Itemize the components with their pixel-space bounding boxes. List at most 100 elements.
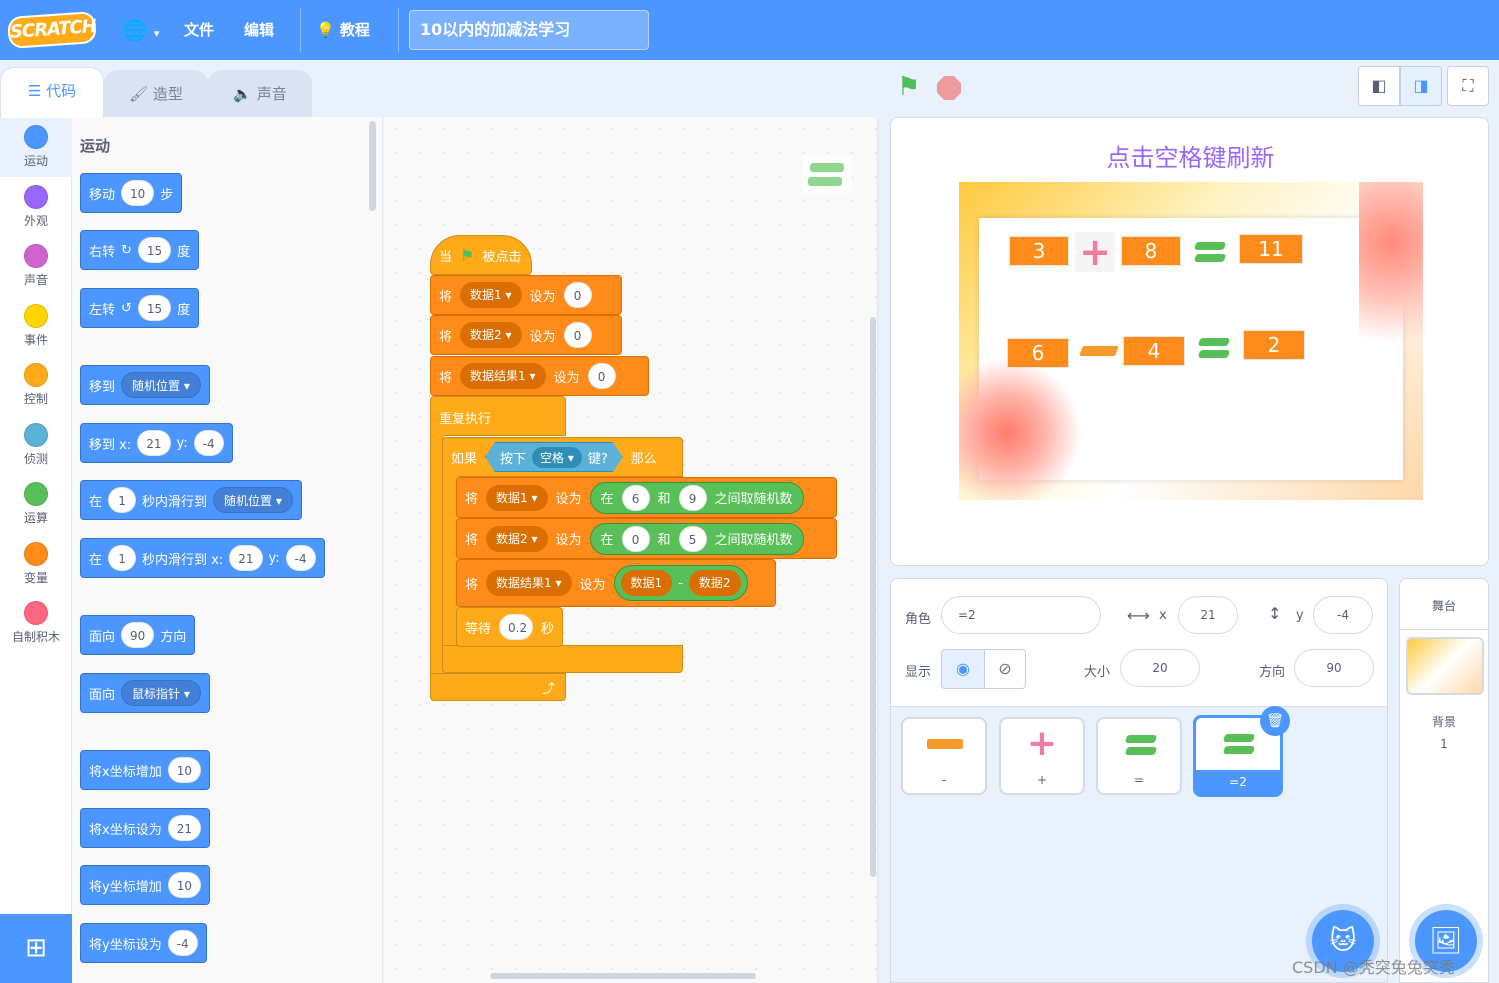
- green-flag-button[interactable]: ⚑: [897, 74, 920, 100]
- category-1[interactable]: 外观: [0, 177, 72, 237]
- stage-target-pane[interactable]: 舞台 背景 1 🖼: [1399, 578, 1490, 983]
- block-wait[interactable]: 等待 0.2 秒: [456, 607, 563, 647]
- block-turn-right[interactable]: 右转 ↻ 15 度: [80, 230, 200, 270]
- size-input[interactable]: 20: [1120, 649, 1200, 687]
- block-change-y[interactable]: 将y坐标增加 10: [80, 865, 210, 905]
- delete-sprite-trash-icon[interactable]: 🗑: [1260, 706, 1290, 736]
- fullscreen-button[interactable]: ⛶: [1447, 66, 1489, 106]
- category-5[interactable]: 侦测: [0, 415, 72, 475]
- block-set-variable-3[interactable]: 将数据结果1 ▾ 设为 0: [430, 356, 649, 396]
- block-dropdown[interactable]: 随机位置 ▾: [121, 372, 201, 398]
- block-set-variable-2[interactable]: 将数据2 ▾ 设为 0: [430, 315, 622, 355]
- script-v-scrollbar[interactable]: [870, 317, 876, 877]
- category-6[interactable]: 运算: [0, 474, 72, 534]
- category-4[interactable]: 控制: [0, 355, 72, 415]
- block-input[interactable]: 0: [587, 363, 616, 389]
- block-change-x[interactable]: 将x坐标增加 10: [80, 750, 210, 790]
- key-dropdown[interactable]: 空格 ▾: [532, 447, 582, 468]
- sprite-tile-plus[interactable]: + +: [999, 717, 1085, 795]
- hat-when-flag-clicked[interactable]: 当 ⚑ 被点击: [430, 235, 532, 275]
- equals-sprite[interactable]: [1189, 238, 1231, 268]
- minus-sprite[interactable]: [1079, 346, 1119, 356]
- stop-button[interactable]: [937, 76, 961, 100]
- block-input[interactable]: -4: [193, 430, 224, 456]
- direction-input[interactable]: 90: [1294, 649, 1374, 687]
- block-if[interactable]: 如果 按下 空格 ▾ 键? 那么: [442, 437, 683, 477]
- menu-file[interactable]: 文件: [184, 18, 214, 42]
- script-area[interactable]: 当 ⚑ 被点击 将数据1 ▾ 设为 0 将数据2 ▾ 设为 0 将数据结果1 ▾ 设为 0 重复…: [384, 117, 878, 983]
- hide-sprite-eye-icon[interactable]: ⊘: [984, 649, 1026, 689]
- block-goto[interactable]: 移到 随机位置 ▾: [80, 365, 210, 405]
- category-3[interactable]: 事件: [0, 296, 72, 356]
- add-extension-button[interactable]: ⊞: [0, 914, 72, 983]
- project-title-input[interactable]: 10以内的加减法学习: [409, 10, 649, 50]
- tab-costumes[interactable]: 🖌 造型: [104, 70, 208, 118]
- block-set-x[interactable]: 将x坐标设为 21: [80, 808, 210, 848]
- plus-sprite[interactable]: +: [1075, 232, 1115, 272]
- block-set-y[interactable]: 将y坐标设为 -4: [80, 923, 207, 963]
- tab-code[interactable]: ☰ 代码: [0, 67, 104, 118]
- variable-dropdown[interactable]: 数据结果1 ▾: [486, 570, 572, 596]
- x-input[interactable]: 21: [1178, 596, 1238, 634]
- block-point-towards[interactable]: 面向 鼠标指针 ▾: [80, 673, 210, 713]
- show-sprite-eye-icon[interactable]: ◉: [941, 649, 985, 689]
- block-subtract[interactable]: 数据1- 数据2: [613, 565, 748, 601]
- block-set-variable-1[interactable]: 将数据1 ▾ 设为 0: [430, 275, 622, 315]
- small-stage-button[interactable]: ◧: [1358, 66, 1400, 106]
- block-turn-left[interactable]: 左转 ↺ 15 度: [80, 288, 200, 328]
- category-0[interactable]: 运动: [0, 117, 72, 177]
- menu-edit[interactable]: 编辑: [244, 18, 274, 42]
- sprite-name-input[interactable]: =2: [941, 596, 1101, 634]
- block-point-direction[interactable]: 面向 90 方向: [80, 615, 196, 655]
- variable-reporter[interactable]: 数据2: [688, 570, 741, 596]
- backdrop-thumbnail[interactable]: [1406, 637, 1484, 695]
- variable-dropdown[interactable]: 数据结果1 ▾: [460, 363, 546, 389]
- block-input[interactable]: 15: [137, 237, 172, 263]
- block-input[interactable]: 21: [167, 815, 201, 841]
- stage[interactable]: 点击空格键刷新 3 + 8 11 6 4 2: [890, 117, 1489, 566]
- block-input[interactable]: 10: [121, 180, 155, 206]
- block-input[interactable]: 1: [108, 487, 137, 513]
- block-input[interactable]: 10: [167, 757, 201, 783]
- language-globe-icon[interactable]: 🌐 ▾: [122, 18, 159, 42]
- block-input[interactable]: 0.2: [499, 614, 533, 640]
- palette-scrollbar[interactable]: [369, 121, 376, 211]
- block-set-difference[interactable]: 将数据结果1 ▾ 设为 数据1- 数据2: [456, 559, 776, 607]
- sprite-tile-equals2[interactable]: =2 🗑: [1193, 706, 1290, 797]
- sprite-tile-minus[interactable]: -: [901, 717, 987, 795]
- scratch-logo[interactable]: SCRATCH: [6, 10, 98, 50]
- block-input[interactable]: 0: [621, 525, 650, 552]
- block-move-steps[interactable]: 移动 10 步: [80, 173, 183, 213]
- block-glide-xy[interactable]: 在 1 秒内滑行到 x: 21 y: -4: [80, 538, 325, 578]
- y-input[interactable]: -4: [1313, 596, 1373, 634]
- block-input[interactable]: -4: [285, 545, 316, 571]
- variable-reporter[interactable]: 数据1: [620, 570, 673, 596]
- sprite-tile-equals[interactable]: =: [1096, 717, 1182, 795]
- block-input[interactable]: 21: [137, 430, 171, 456]
- variable-dropdown[interactable]: 数据2 ▾: [486, 525, 548, 552]
- script-h-scrollbar[interactable]: [490, 973, 756, 979]
- block-goto-xy[interactable]: 移到 x: 21 y: -4: [80, 423, 233, 463]
- block-dropdown[interactable]: 随机位置 ▾: [213, 487, 293, 513]
- block-input[interactable]: 1: [108, 545, 137, 571]
- category-2[interactable]: 声音: [0, 236, 72, 296]
- menu-tutorials[interactable]: 💡 教程: [316, 18, 370, 42]
- equals-sprite-2[interactable]: [1193, 334, 1235, 364]
- block-input[interactable]: 9: [678, 484, 707, 511]
- block-input[interactable]: 15: [137, 295, 172, 321]
- block-set-random-1[interactable]: 将数据1 ▾ 设为 在 6 和 9 之间取随机数: [456, 477, 837, 518]
- variable-dropdown[interactable]: 数据1 ▾: [486, 484, 548, 511]
- block-forever[interactable]: 重复执行: [430, 396, 566, 436]
- block-input[interactable]: -4: [167, 930, 198, 956]
- variable-dropdown[interactable]: 数据1 ▾: [460, 282, 522, 308]
- block-set-random-2[interactable]: 将数据2 ▾ 设为 在 0 和 5 之间取随机数: [456, 518, 837, 559]
- block-random-number[interactable]: 在 6 和 9 之间取随机数: [589, 481, 804, 514]
- block-key-pressed[interactable]: 按下 空格 ▾ 键?: [485, 442, 623, 472]
- category-8[interactable]: 自制积木: [0, 593, 72, 653]
- block-input[interactable]: 10: [167, 872, 201, 898]
- block-dropdown[interactable]: 鼠标指针 ▾: [121, 680, 201, 706]
- block-input[interactable]: 0: [563, 322, 592, 348]
- variable-dropdown[interactable]: 数据2 ▾: [460, 322, 522, 348]
- block-glide[interactable]: 在 1 秒内滑行到 随机位置 ▾: [80, 480, 302, 520]
- block-input[interactable]: 21: [229, 545, 263, 571]
